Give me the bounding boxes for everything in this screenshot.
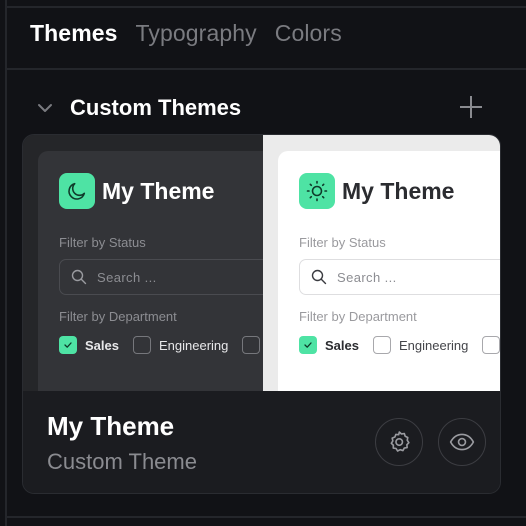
search-input: Search ... [299, 259, 500, 295]
theme-card[interactable]: My Theme Filter by Status Search ... Fil… [22, 134, 501, 494]
tab-themes[interactable]: Themes [30, 20, 118, 47]
checkbox-partial [242, 336, 263, 354]
sun-icon [299, 173, 335, 209]
checkbox-engineering: Engineering [132, 336, 229, 354]
search-icon [311, 269, 327, 285]
checkbox-engineering: Engineering [372, 336, 469, 354]
frame-border [5, 0, 7, 526]
search-placeholder: Search ... [97, 269, 157, 285]
department-checkboxes: Sales Engineering [299, 335, 500, 355]
department-filter-label: Filter by Department [59, 309, 177, 324]
search-placeholder: Search ... [337, 269, 397, 285]
divider [5, 516, 526, 518]
eye-icon [449, 433, 475, 451]
search-icon [71, 269, 87, 285]
tab-colors[interactable]: Colors [275, 20, 342, 47]
plus-icon [460, 96, 482, 118]
mock-title: My Theme [342, 177, 455, 204]
light-mock-panel: My Theme Filter by Status Search ... Fil… [278, 151, 500, 391]
divider [5, 68, 526, 70]
checkbox-partial [482, 336, 500, 354]
theme-preview: My Theme Filter by Status Search ... Fil… [23, 135, 500, 391]
checkbox-label: Engineering [398, 337, 469, 353]
custom-themes-header: Custom Themes [36, 92, 496, 124]
checkbox-sales: Sales [299, 336, 359, 354]
tab-typography[interactable]: Typography [136, 20, 257, 47]
search-input: Search ... [59, 259, 263, 295]
section-title: Custom Themes [70, 95, 242, 120]
theme-settings-button[interactable] [375, 418, 423, 466]
checkbox-label: Sales [85, 337, 119, 353]
department-checkboxes: Sales Engineering [59, 335, 263, 355]
checkbox-box [482, 336, 500, 354]
dark-mock-panel: My Theme Filter by Status Search ... Fil… [38, 151, 263, 391]
gear-icon [390, 431, 410, 452]
mock-title: My Theme [102, 177, 215, 204]
divider [5, 6, 526, 8]
checkbox-label: Engineering [158, 337, 229, 353]
checkbox-box [132, 336, 151, 354]
add-theme-button[interactable] [458, 94, 484, 120]
checkbox-box [372, 336, 391, 354]
moon-icon [59, 173, 95, 209]
light-preview: My Theme Filter by Status Search ... Fil… [263, 135, 500, 391]
checkbox-label: Sales [325, 337, 359, 353]
chevron-down-icon[interactable] [36, 99, 54, 117]
checkmark-icon [299, 336, 317, 354]
theme-preview-button[interactable] [438, 418, 486, 466]
checkbox-box [242, 336, 261, 354]
status-filter-label: Filter by Status [59, 235, 146, 250]
tab-bar: Themes Typography Colors [30, 20, 342, 47]
department-filter-label: Filter by Department [299, 309, 417, 324]
checkbox-sales: Sales [59, 336, 119, 354]
theme-name: My Theme [47, 411, 175, 441]
checkmark-icon [59, 336, 77, 354]
dark-preview: My Theme Filter by Status Search ... Fil… [23, 135, 263, 391]
theme-type: Custom Theme [47, 449, 197, 474]
theme-card-footer: My Theme Custom Theme [23, 391, 500, 493]
status-filter-label: Filter by Status [299, 235, 386, 250]
